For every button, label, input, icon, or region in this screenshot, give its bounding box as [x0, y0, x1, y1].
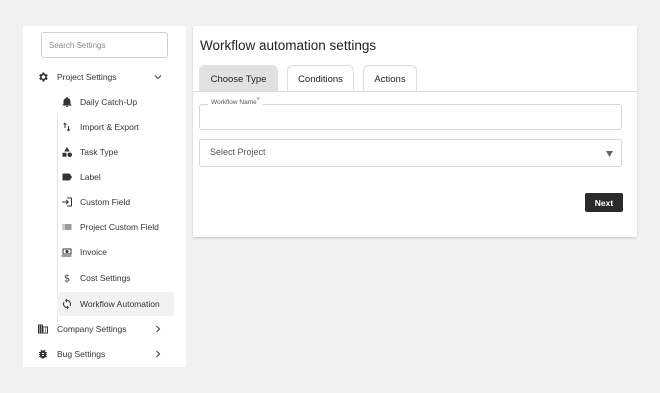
sidebar-item-import-export[interactable]: Import & Export	[57, 115, 174, 139]
gear-icon	[39, 72, 48, 82]
next-button[interactable]: Next	[585, 193, 623, 212]
workflow-name-input[interactable]	[200, 105, 621, 129]
group-bug-settings[interactable]: Bug Settings	[23, 343, 186, 365]
import-export-icon	[63, 122, 71, 132]
svg-text:$: $	[64, 274, 70, 285]
sidebar-item-task-type[interactable]: Task Type	[57, 140, 174, 164]
group-project-settings[interactable]: Project Settings	[23, 66, 186, 88]
sidebar-item-label-setting[interactable]: Label	[57, 165, 174, 189]
group-label: Bug Settings	[57, 349, 106, 359]
caret-down-icon	[606, 151, 613, 157]
bell-icon	[62, 96, 72, 107]
sidebar-item-label: Project Custom Field	[80, 222, 159, 232]
sidebar-item-label: Daily Catch-Up	[80, 97, 138, 107]
tab-choose-type[interactable]: Choose Type	[199, 65, 278, 92]
sidebar-item-invoice[interactable]: Invoice	[57, 240, 174, 264]
building-icon	[38, 324, 48, 334]
dollar-icon: $	[64, 274, 70, 285]
group-company-settings[interactable]: Company Settings	[23, 318, 186, 340]
sidebar-item-cost-settings[interactable]: $ Cost Settings	[57, 266, 174, 290]
sidebar-item-label: Cost Settings	[80, 273, 131, 283]
workflow-settings-panel: Workflow automation settings Choose Type…	[193, 26, 637, 237]
chevron-right-icon	[156, 350, 161, 358]
sync-icon	[62, 298, 72, 310]
page-title: Workflow automation settings	[200, 38, 377, 53]
sidebar-item-project-custom-field[interactable]: Project Custom Field	[57, 215, 174, 239]
sidebar-item-workflow-automation[interactable]: Workflow Automation	[57, 292, 174, 316]
label-icon	[62, 173, 72, 181]
tab-actions[interactable]: Actions	[363, 65, 417, 92]
required-asterisk: *	[256, 97, 260, 104]
chevron-right-icon	[156, 325, 161, 333]
chevron-down-icon	[154, 75, 162, 80]
invoice-icon	[61, 248, 72, 257]
sidebar-item-label: Import & Export	[80, 122, 140, 132]
sidebar-item-label: Workflow Automation	[80, 299, 160, 309]
workflow-name-field: Workflow Name*	[199, 97, 622, 130]
login-icon	[62, 197, 72, 207]
group-label: Company Settings	[57, 324, 127, 334]
sidebar-item-daily-catch-up[interactable]: Daily Catch-Up	[57, 90, 174, 114]
bug-icon	[39, 349, 47, 359]
tab-divider	[193, 91, 637, 92]
sidebar-item-label: Invoice	[80, 247, 107, 257]
sidebar-item-label: Custom Field	[80, 197, 131, 207]
project-select[interactable]: Select Project	[199, 139, 622, 167]
group-label: Project Settings	[57, 72, 117, 82]
settings-sidebar: Project Settings Daily Catch-Up Import &…	[23, 26, 186, 367]
shapes-icon	[62, 147, 72, 157]
project-select-value: Select Project	[210, 147, 266, 157]
workflow-name-label: Workflow Name*	[208, 97, 263, 106]
tab-conditions[interactable]: Conditions	[287, 65, 354, 92]
list-icon	[62, 224, 72, 230]
search-settings-input[interactable]	[41, 32, 168, 58]
sidebar-item-label: Label	[80, 172, 101, 182]
sidebar-item-label: Task Type	[80, 147, 119, 157]
sidebar-item-custom-field[interactable]: Custom Field	[57, 190, 174, 214]
